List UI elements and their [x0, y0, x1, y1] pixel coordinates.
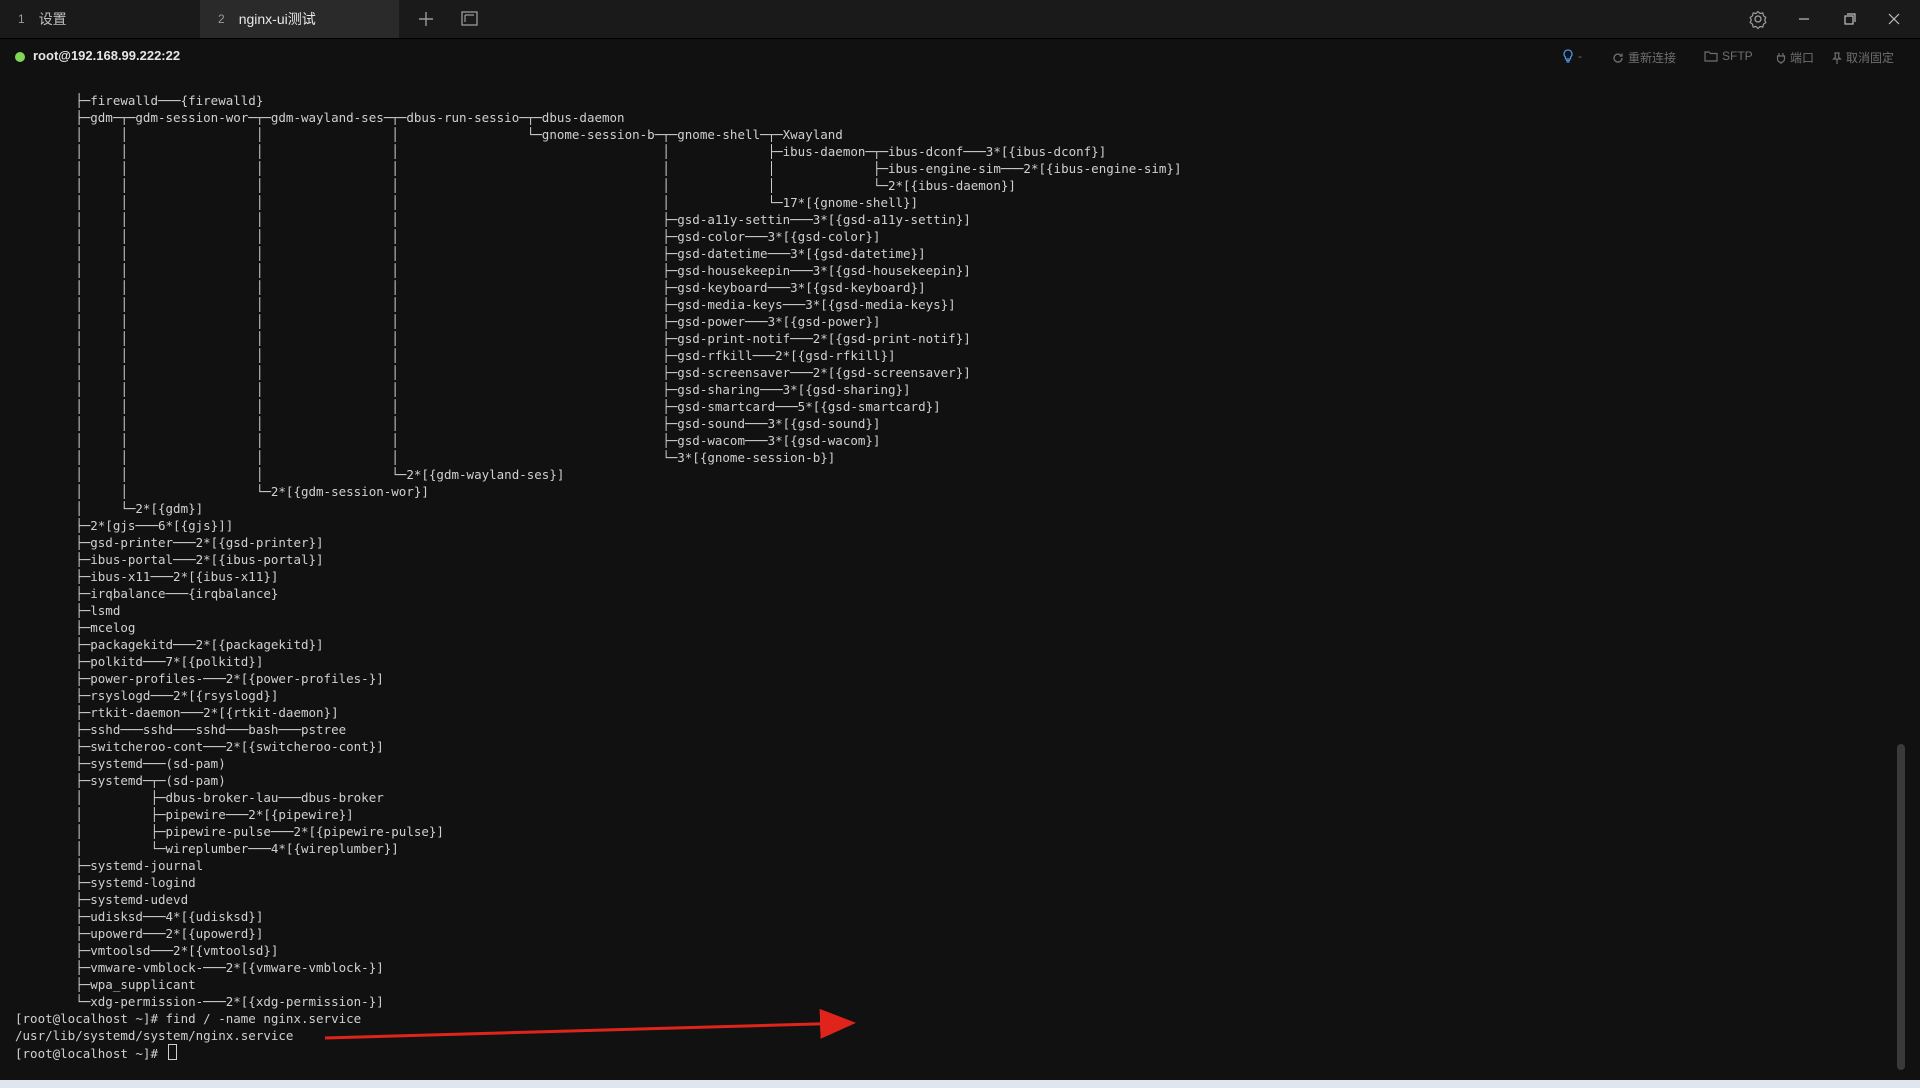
plug-icon	[1776, 52, 1786, 64]
minimize-icon[interactable]	[1790, 6, 1818, 32]
terminal-line: ├─upowerd───2*[{upowerd}]	[15, 926, 264, 941]
terminal-line: ├─vmtoolsd───2*[{vmtoolsd}]	[15, 943, 279, 958]
terminal-line: ├─mcelog	[15, 620, 136, 635]
terminal-line: │ │ │ │ ├─gsd-rfkill───2*[{gsd-rfkill}]	[15, 348, 896, 363]
terminal-line: ├─power-profiles-───2*[{power-profiles-}…	[15, 671, 384, 686]
terminal-line: │ ├─pipewire───2*[{pipewire}]	[15, 807, 354, 822]
session-host-label: root@192.168.99.222:22	[33, 48, 181, 63]
sftp-label: SFTP	[1722, 49, 1753, 63]
unpin-button[interactable]: 取消固定	[1832, 49, 1894, 66]
tab-title: nginx-ui测试	[238, 11, 316, 27]
pin-icon	[1832, 51, 1842, 64]
terminal-line: │ ├─pipewire-pulse───2*[{pipewire-pulse}…	[15, 824, 444, 839]
terminal-line: │ └─wireplumber───4*[{wireplumber}]	[15, 841, 399, 856]
terminal-line: ├─2*[gjs───6*[{gjs}]]	[15, 518, 234, 533]
terminal-line: │ │ │ │ ├─gsd-wacom───3*[{gsd-wacom}]	[15, 433, 881, 448]
terminal-line: │ │ │ │ ├─gsd-datetime───3*[{gsd-datetim…	[15, 246, 926, 261]
tab-settings[interactable]: 1 设置	[0, 0, 200, 38]
terminal-line: │ ├─dbus-broker-lau───dbus-broker	[15, 790, 384, 805]
tab-number: 2	[218, 12, 225, 26]
tab-bar: 1 设置 2 nginx-ui测试	[0, 0, 1920, 39]
sftp-button[interactable]: SFTP	[1704, 49, 1753, 63]
reconnect-label: 重新连接	[1628, 51, 1677, 65]
tab-nginx-ui-test[interactable]: 2 nginx-ui测试	[200, 0, 399, 38]
refresh-icon	[1613, 52, 1623, 63]
terminal-line: │ │ │ │ ├─gsd-print-notif───2*[{gsd-prin…	[15, 331, 971, 346]
terminal-line: ├─systemd-udevd	[15, 892, 189, 907]
terminal-line: ├─polkitd───7*[{polkitd}]	[15, 654, 264, 669]
terminal-line: ├─rsyslogd───2*[{rsyslogd}]	[15, 688, 279, 703]
port-button[interactable]: 端口	[1776, 49, 1814, 66]
terminal-line: [root@localhost ~]# find / -name nginx.s…	[15, 1011, 362, 1026]
hint-suffix: -	[1578, 49, 1582, 63]
terminal-line: └─xdg-permission-───2*[{xdg-permission-}…	[15, 994, 384, 1009]
terminal-line: ├─gsd-printer───2*[{gsd-printer}]	[15, 535, 324, 550]
session-bar: root@192.168.99.222:22 - 重新连接 SFTP 端口 取消…	[0, 39, 1920, 75]
terminal-line: │ │ │ │ │ │ ├─ibus-engine-sim───2*[{ibus…	[15, 161, 1182, 176]
terminal-line: │ │ │ │ │ ├─ibus-daemon─┬─ibus-dconf───3…	[15, 144, 1107, 159]
terminal-line: │ │ │ │ │ │ └─2*[{ibus-daemon}]	[15, 178, 1016, 193]
tab-number: 1	[18, 12, 25, 26]
terminal-line: │ │ │ │ │ └─17*[{gnome-shell}]	[15, 195, 919, 210]
terminal-line: │ │ │ └─2*[{gdm-wayland-ses}]	[15, 467, 565, 482]
unpin-label: 取消固定	[1846, 51, 1895, 65]
terminal-output[interactable]: ├─firewalld───{firewalld} ├─gdm─┬─gdm-se…	[0, 75, 1895, 1080]
terminal-line: │ └─2*[{gdm}]	[15, 501, 204, 516]
close-icon[interactable]	[1880, 6, 1908, 32]
tab-title: 设置	[38, 11, 67, 27]
terminal-line: ├─switcheroo-cont───2*[{switcheroo-cont}…	[15, 739, 384, 754]
hint-button[interactable]: -	[1562, 49, 1582, 63]
terminal-line: │ │ │ │ ├─gsd-sharing───3*[{gsd-sharing}…	[15, 382, 911, 397]
terminal-line: │ │ │ │ ├─gsd-smartcard───5*[{gsd-smartc…	[15, 399, 941, 414]
terminal-line: ├─sshd───sshd───sshd───bash───pstree	[15, 722, 347, 737]
terminal-line: ├─systemd-logind	[15, 875, 196, 890]
terminal-line: │ │ │ │ └─gnome-session-b─┬─gnome-shell─…	[15, 127, 843, 142]
folder-icon	[1704, 51, 1718, 62]
terminal-line: ├─wpa_supplicant	[15, 977, 196, 992]
terminal-line: │ │ │ │ ├─gsd-media-keys───3*[{gsd-media…	[15, 297, 956, 312]
terminal-cursor	[167, 1044, 177, 1060]
port-label: 端口	[1790, 51, 1815, 65]
terminal-line: │ │ │ │ ├─gsd-sound───3*[{gsd-sound}]	[15, 416, 881, 431]
terminal-line: │ │ │ │ ├─gsd-color───3*[{gsd-color}]	[15, 229, 881, 244]
terminal-line: ├─vmware-vmblock-───2*[{vmware-vmblock-}…	[15, 960, 384, 975]
reconnect-button[interactable]: 重新连接	[1612, 49, 1676, 66]
terminal-line: │ │ │ │ └─3*[{gnome-session-b}]	[15, 450, 836, 465]
terminal-line: │ │ │ │ ├─gsd-housekeepin───3*[{gsd-hous…	[15, 263, 971, 278]
terminal-line: ├─lsmd	[15, 603, 121, 618]
terminal-line: │ │ └─2*[{gdm-session-wor}]	[15, 484, 429, 499]
connection-status-indicator	[15, 52, 25, 62]
terminal-line: [root@localhost ~]#	[15, 1044, 1181, 1061]
gear-icon[interactable]	[1744, 6, 1772, 32]
bottom-edge	[0, 1080, 1920, 1088]
terminal-line: │ │ │ │ ├─gsd-screensaver───2*[{gsd-scre…	[15, 365, 971, 380]
terminal-line: │ │ │ │ ├─gsd-power───3*[{gsd-power}]	[15, 314, 881, 329]
terminal-line: ├─irqbalance───{irqbalance}	[15, 586, 279, 601]
terminal-line: ├─gdm─┬─gdm-session-wor─┬─gdm-wayland-se…	[15, 110, 625, 125]
window-duplicate-icon[interactable]	[455, 6, 483, 32]
terminal-line: /usr/lib/systemd/system/nginx.service	[15, 1028, 294, 1043]
terminal-line: ├─ibus-portal───2*[{ibus-portal}]	[15, 552, 324, 567]
scrollbar-thumb[interactable]	[1897, 744, 1905, 1070]
terminal-line: ├─systemd─┬─(sd-pam)	[15, 773, 226, 788]
lightbulb-icon	[1563, 49, 1573, 63]
terminal-line: ├─rtkit-daemon───2*[{rtkit-daemon}]	[15, 705, 339, 720]
terminal-text: ├─firewalld───{firewalld} ├─gdm─┬─gdm-se…	[15, 92, 1181, 1061]
terminal-line: │ │ │ │ ├─gsd-keyboard───3*[{gsd-keyboar…	[15, 280, 926, 295]
terminal-line: ├─ibus-x11───2*[{ibus-x11}]	[15, 569, 279, 584]
terminal-line: ├─udisksd───4*[{udisksd}]	[15, 909, 264, 924]
terminal-line: ├─systemd-journal	[15, 858, 204, 873]
restore-icon[interactable]	[1836, 6, 1864, 32]
terminal-line: │ │ │ │ ├─gsd-a11y-settin───3*[{gsd-a11y…	[15, 212, 971, 227]
terminal-line: ├─firewalld───{firewalld}	[15, 93, 264, 108]
terminal-line: ├─systemd───(sd-pam)	[15, 756, 226, 771]
terminal-line: ├─packagekitd───2*[{packagekitd}]	[15, 637, 324, 652]
plus-icon[interactable]	[412, 5, 440, 33]
